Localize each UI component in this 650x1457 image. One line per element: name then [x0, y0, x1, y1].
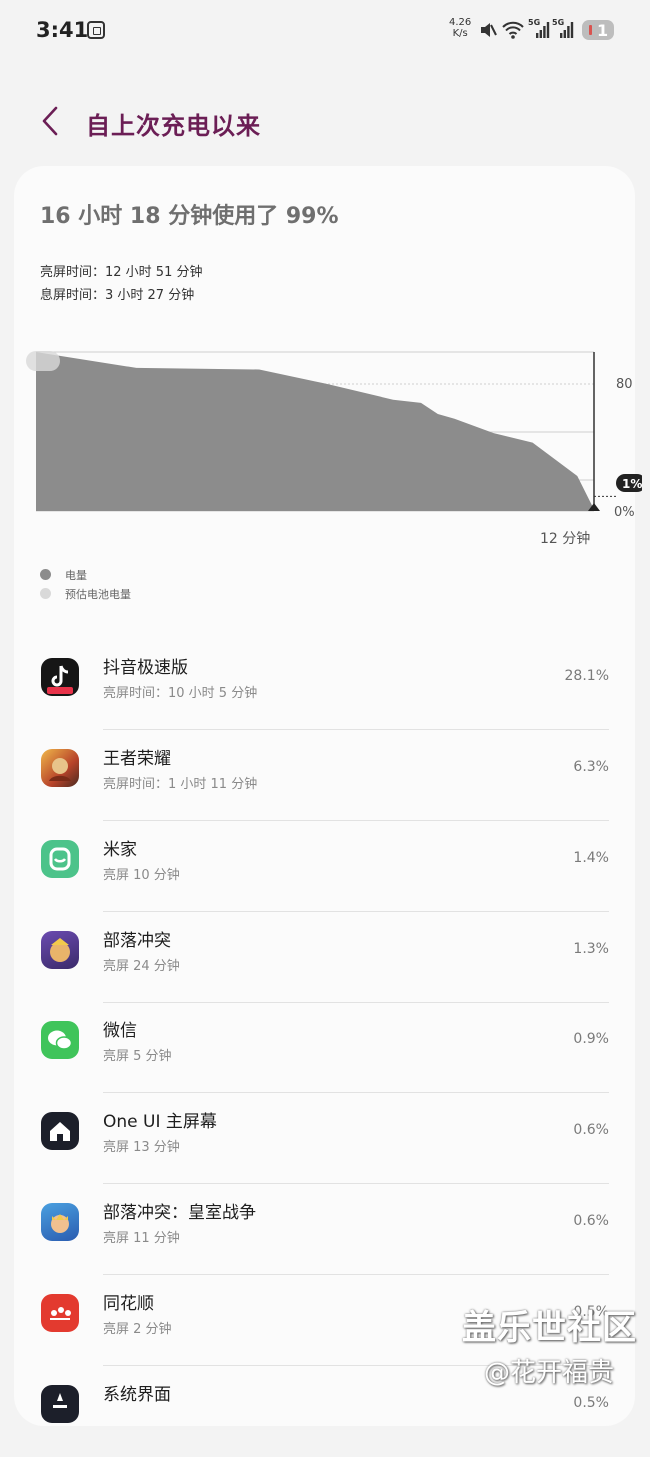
legend-dot-estimated [40, 588, 51, 599]
app-name: 部落冲突：皇室战争 [103, 1203, 256, 1223]
app-screen-time: 亮屏时间：10 小时 5 分钟 [103, 686, 258, 701]
signal-icon [536, 22, 550, 38]
app-screen-time: 亮屏 11 分钟 [103, 1231, 180, 1246]
status-time: 3:41 [36, 18, 89, 42]
mijia-icon [41, 840, 79, 878]
screenshot-icon [87, 21, 105, 39]
screen-on-time: 亮屏时间：12 小时 51 分钟 [40, 265, 203, 280]
battery-level: 1 [597, 21, 609, 40]
list-item[interactable]: 部落冲突 亮屏 24 分钟 1.3% [14, 913, 635, 1003]
divider [103, 820, 609, 821]
honor-of-kings-icon [41, 749, 79, 787]
app-usage-percent: 0.5% [573, 1395, 609, 1411]
divider [103, 911, 609, 912]
app-usage-percent: 0.6% [573, 1213, 609, 1229]
douyin-lite-icon [41, 658, 79, 696]
usage-summary: 16 小时 18 分钟使用了 99% [40, 204, 339, 229]
app-screen-time: 亮屏 24 分钟 [103, 959, 180, 974]
watermark-community: 盖乐世社区 [462, 1308, 637, 1348]
current-level-label: 1% [622, 477, 642, 491]
legend-label-estimated: 预估电池电量 [65, 588, 131, 601]
app-usage-percent: 0.6% [573, 1122, 609, 1138]
divider [103, 1183, 609, 1184]
status-bar: 3:41 4.26 K/s 5G 5G 1 [0, 0, 650, 62]
app-screen-time: 亮屏时间：1 小时 11 分钟 [103, 777, 258, 792]
network-speed: 4.26 K/s [449, 17, 471, 39]
system-ui-icon [41, 1385, 79, 1423]
app-screen-time: 亮屏 10 分钟 [103, 868, 180, 883]
chevron-left-icon [42, 106, 58, 136]
wifi-icon [502, 21, 524, 39]
legend-item-level: 电量 [40, 567, 87, 583]
mute-icon [481, 23, 497, 37]
back-button[interactable] [38, 104, 66, 138]
screen-off-time: 息屏时间：3 小时 27 分钟 [40, 288, 195, 303]
app-usage-percent: 1.4% [573, 850, 609, 866]
list-item[interactable]: 部落冲突：皇室战争 亮屏 11 分钟 0.6% [14, 1185, 635, 1275]
list-item[interactable]: 王者荣耀 亮屏时间：1 小时 11 分钟 6.3% [14, 731, 635, 821]
app-screen-time: 亮屏 13 分钟 [103, 1140, 180, 1155]
page-title: 自上次充电以来 [86, 112, 261, 140]
wechat-icon [41, 1021, 79, 1059]
app-name: 王者荣耀 [103, 749, 171, 769]
battery-icon: 1 [582, 20, 614, 40]
one-ui-home-icon [41, 1112, 79, 1150]
clash-royale-icon [41, 1203, 79, 1241]
list-item[interactable]: 微信 亮屏 5 分钟 0.9% [14, 1003, 635, 1093]
watermark-author: @花开福贵 [484, 1358, 615, 1388]
app-usage-percent: 6.3% [573, 759, 609, 775]
app-name: 同花顺 [103, 1294, 154, 1314]
app-name: 抖音极速版 [103, 658, 188, 678]
y-tick-80: 80 [616, 377, 633, 392]
signal-icon [560, 22, 574, 38]
divider [103, 1092, 609, 1093]
estimated-battery-marker [26, 351, 60, 371]
app-usage-percent: 28.1% [564, 668, 609, 684]
y-tick-0: 0% [614, 505, 635, 520]
current-level-marker: 1% [616, 474, 642, 492]
list-item[interactable]: 抖音极速版 亮屏时间：10 小时 5 分钟 28.1% [14, 640, 635, 730]
app-name: 米家 [103, 840, 137, 860]
app-name: 微信 [103, 1021, 137, 1041]
list-item[interactable]: One UI 主屏幕 亮屏 13 分钟 0.6% [14, 1094, 635, 1184]
app-usage-percent: 1.3% [573, 941, 609, 957]
list-item[interactable]: 米家 亮屏 10 分钟 1.4% [14, 822, 635, 912]
network-speed-unit: K/s [452, 28, 468, 39]
app-screen-time: 亮屏 2 分钟 [103, 1322, 172, 1337]
app-screen-time: 亮屏 5 分钟 [103, 1049, 172, 1064]
app-name: One UI 主屏幕 [103, 1112, 217, 1132]
clash-of-clans-icon [41, 931, 79, 969]
app-name: 部落冲突 [103, 931, 171, 951]
app-name: 系统界面 [103, 1385, 171, 1405]
x-tick-label: 12 分钟 [540, 530, 590, 547]
network-speed-value: 4.26 [449, 17, 472, 28]
tonghuashun-icon [41, 1294, 79, 1332]
legend-dot-level [40, 569, 51, 580]
legend-item-estimated: 预估电池电量 [40, 586, 131, 602]
battery-chart[interactable]: 80 0% 1% 12 分钟 [22, 340, 642, 555]
app-usage-percent: 0.9% [573, 1031, 609, 1047]
divider [103, 1274, 609, 1275]
legend-label-level: 电量 [65, 569, 87, 582]
divider [103, 729, 609, 730]
